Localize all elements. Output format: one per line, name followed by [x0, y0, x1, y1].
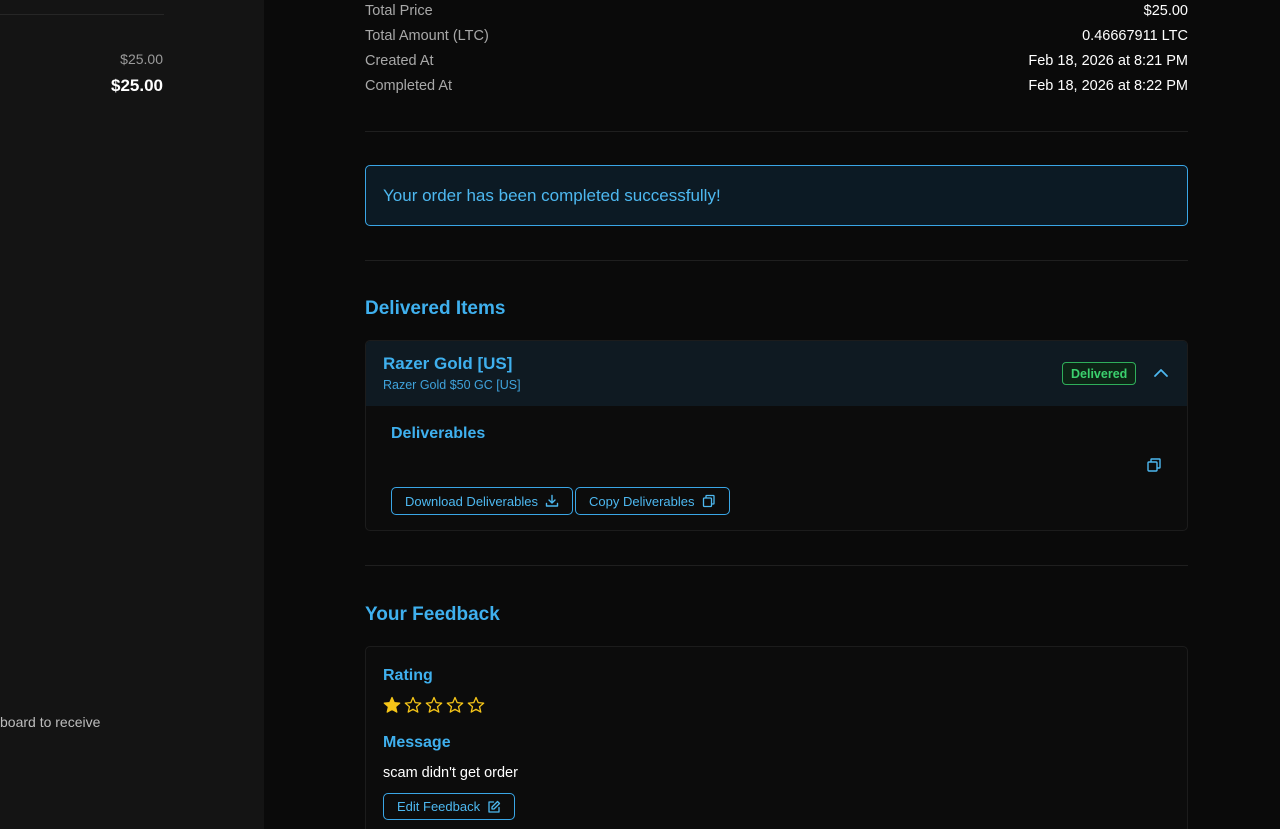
success-message: Your order has been completed successful…: [383, 185, 721, 205]
summary-divider: [0, 14, 164, 15]
copy-icon[interactable]: [1146, 457, 1162, 473]
summary-total: $25.00: [111, 76, 163, 95]
delivered-items-title: Delivered Items: [365, 298, 506, 319]
item-name: Razer Gold [US]: [383, 354, 513, 373]
chevron-up-icon[interactable]: [1151, 363, 1171, 383]
feedback-card: Rating Message scam didn't get order Edi…: [365, 646, 1188, 829]
edit-icon: [488, 800, 501, 813]
star-empty-icon[interactable]: [425, 696, 443, 714]
copy-deliverables-label: Copy Deliverables: [589, 493, 695, 509]
section-divider: [365, 131, 1188, 132]
info-label: Created At: [365, 53, 434, 69]
download-deliverables-label: Download Deliverables: [405, 493, 538, 509]
section-divider: [365, 565, 1188, 566]
feedback-message: scam didn't get order: [383, 765, 518, 781]
edit-feedback-label: Edit Feedback: [397, 799, 481, 814]
item-variant: Razer Gold $50 GC [US]: [383, 378, 521, 392]
info-value: 0.46667911 LTC: [1082, 28, 1188, 44]
summary-subtotal: $25.00: [120, 51, 163, 67]
edit-feedback-button[interactable]: Edit Feedback: [383, 793, 516, 820]
success-alert: Your order has been completed successful…: [365, 165, 1188, 226]
order-summary-panel: $25.00 $25.00 board to receive: [0, 0, 264, 829]
status-badge: Delivered: [1062, 362, 1137, 385]
message-label: Message: [383, 734, 451, 751]
your-feedback-title: Your Feedback: [365, 604, 500, 625]
star-rating: [383, 696, 485, 714]
info-label: Total Price: [365, 3, 433, 19]
star-empty-icon[interactable]: [467, 696, 485, 714]
copy-deliverables-button[interactable]: Copy Deliverables: [575, 487, 730, 515]
deliverables-title: Deliverables: [391, 425, 486, 442]
download-deliverables-button[interactable]: Download Deliverables: [391, 487, 573, 515]
summary-note: board to receive: [0, 714, 101, 730]
delivered-item-card: Razer Gold [US] Razer Gold $50 GC [US] D…: [365, 340, 1188, 531]
star-empty-icon[interactable]: [404, 696, 422, 714]
download-icon: [545, 494, 559, 507]
info-row-completed-at: Completed At Feb 18, 2026 at 8:22 PM: [365, 76, 1188, 96]
info-value: Feb 18, 2026 at 8:22 PM: [1028, 78, 1188, 94]
info-row-total-price: Total Price $25.00: [365, 1, 1188, 21]
info-row-created-at: Created At Feb 18, 2026 at 8:21 PM: [365, 51, 1188, 71]
copy-icon: [702, 494, 715, 508]
info-value: $25.00: [1143, 3, 1188, 19]
rating-label: Rating: [383, 667, 433, 684]
info-label: Completed At: [365, 78, 453, 94]
star-filled-icon[interactable]: [383, 696, 401, 714]
info-label: Total Amount (LTC): [365, 28, 489, 44]
delivered-item-header[interactable]: Razer Gold [US] Razer Gold $50 GC [US] D…: [366, 341, 1187, 406]
info-value: Feb 18, 2026 at 8:21 PM: [1028, 53, 1188, 69]
star-empty-icon[interactable]: [446, 696, 464, 714]
info-row-total-amount: Total Amount (LTC) 0.46667911 LTC: [365, 26, 1188, 46]
section-divider: [365, 260, 1188, 261]
